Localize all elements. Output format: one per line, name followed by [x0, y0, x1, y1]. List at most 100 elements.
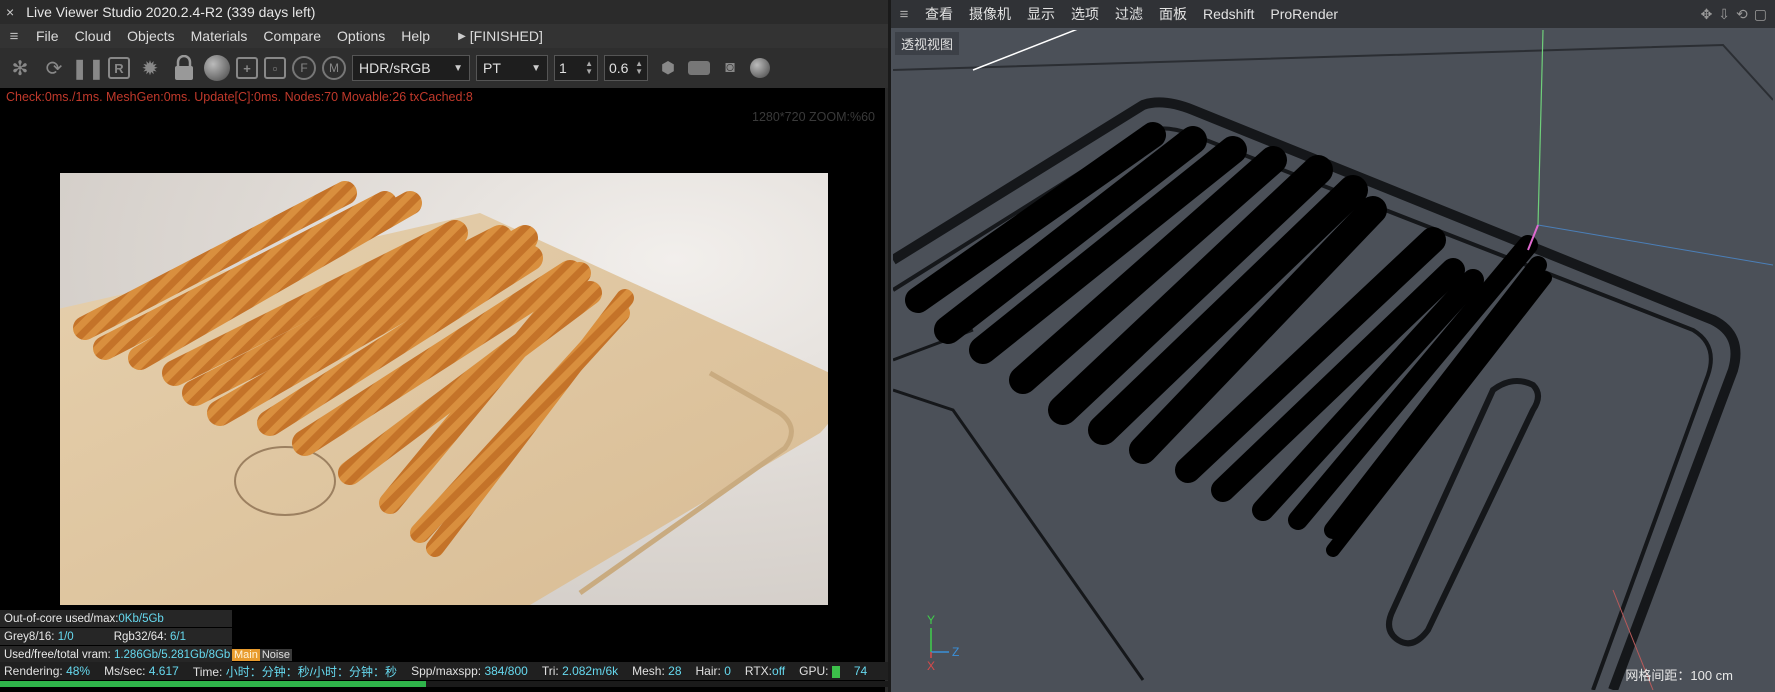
menu-options[interactable]: 选项: [1063, 4, 1107, 24]
rtx-value: off: [772, 664, 786, 678]
close-icon[interactable]: ×: [6, 4, 14, 20]
ms-stat: Ms/sec: 4.617: [104, 664, 179, 678]
rotate-icon[interactable]: ⟲: [1736, 6, 1748, 23]
app-root: × Live Viewer Studio 2020.2.4-R2 (339 da…: [0, 0, 1775, 692]
viewport-label[interactable]: 透视视图: [895, 32, 960, 55]
menu-view[interactable]: 查看: [917, 4, 961, 24]
out-of-core-label: Out-of-core used/max:: [4, 612, 119, 625]
stepper-arrows-icon[interactable]: ▲ ▼: [635, 60, 643, 76]
settings-gear-icon[interactable]: ✹: [136, 54, 164, 82]
menu-objects[interactable]: Objects: [119, 28, 182, 44]
render-progress-bar: [0, 681, 888, 687]
time-stat: Time: 小时：分钟：秒/小时：分钟：秒: [193, 663, 397, 680]
hamburger-menu-icon[interactable]: ≡: [0, 28, 28, 45]
time-value: 小时：分钟：秒/小时：分钟：秒: [225, 664, 398, 679]
kernel-value: PT: [483, 60, 501, 76]
axis-x-label: X: [927, 659, 935, 672]
menu-redshift[interactable]: Redshift: [1195, 6, 1262, 22]
rtx-stat: RTX:off: [745, 664, 785, 678]
chevron-down-icon: ▼: [531, 62, 541, 74]
live-viewer-menubar: ≡ File Cloud Objects Materials Compare O…: [0, 24, 888, 48]
texture-count-row: Grey8/16: 1/0 Rgb32/64: 6/1: [0, 628, 232, 645]
vram-value: 1.286Gb/5.281Gb/8Gb: [113, 648, 231, 661]
grey-label: Grey8/16:: [4, 630, 55, 643]
menu-help[interactable]: Help: [393, 28, 438, 44]
pause-icon[interactable]: ❚❚: [71, 54, 105, 82]
vram-row-wrap: Used/free/total vram: 1.286Gb/5.281Gb/8G…: [0, 646, 292, 663]
color-space-value: HDR/sRGB: [359, 60, 431, 76]
down-arrow-icon[interactable]: ⇩: [1718, 6, 1730, 23]
camera-icon[interactable]: ◙: [716, 54, 744, 82]
render-state: [FINISHED]: [469, 28, 543, 44]
tab-main[interactable]: Main: [232, 648, 260, 661]
value-b-stepper[interactable]: 0.6 ▲ ▼: [604, 55, 648, 81]
menu-cloud[interactable]: Cloud: [67, 28, 120, 44]
rendering-value: 48%: [66, 664, 91, 678]
axis-z-label: Z: [952, 645, 959, 659]
menu-panel[interactable]: 面板: [1151, 4, 1195, 24]
hair-stat: Hair: 0: [696, 664, 731, 678]
axis-y-label: Y: [927, 613, 935, 627]
color-space-select[interactable]: HDR/sRGB ▼: [352, 55, 470, 81]
axis-gizmo: Y Z X: [927, 613, 959, 672]
value-a-stepper[interactable]: 1 ▲ ▼: [554, 55, 598, 81]
mesh-value: 28: [668, 664, 682, 678]
menu-filter[interactable]: 过滤: [1107, 4, 1151, 24]
region-icon[interactable]: R: [108, 57, 130, 79]
tri-label: Tri:: [541, 664, 559, 678]
menu-compare[interactable]: Compare: [255, 28, 329, 44]
c4d-viewport-menubar: ≡ 查看 摄像机 显示 选项 过滤 面板 Redshift ProRender …: [891, 0, 1775, 28]
render-preview-image[interactable]: [60, 173, 828, 605]
rgb-label: Rgb32/64:: [113, 630, 167, 643]
rtx-label: RTX:: [744, 664, 773, 678]
live-viewer-titlebar: × Live Viewer Studio 2020.2.4-R2 (339 da…: [0, 0, 888, 24]
tri-stat: Tri: 2.082m/6k: [542, 664, 618, 678]
focus-f-icon[interactable]: F: [292, 56, 316, 80]
tri-value: 2.082m/6k: [562, 664, 619, 678]
vram-label: Used/free/total vram:: [4, 648, 111, 661]
vram-row: Used/free/total vram: 1.286Gb/5.281Gb/8G…: [0, 646, 232, 663]
render-progress-fill: [0, 681, 427, 687]
time-label: Time:: [192, 664, 223, 679]
window-title: Live Viewer Studio 2020.2.4-R2 (339 days…: [26, 4, 316, 20]
hair-label: Hair:: [695, 664, 721, 678]
refresh-icon[interactable]: ⟳: [40, 54, 68, 82]
resolution-zoom: 1280*720 ZOOM:%60: [752, 110, 875, 124]
menu-prorender[interactable]: ProRender: [1262, 6, 1346, 22]
grey-value: 1/0: [57, 630, 74, 643]
kernel-select[interactable]: PT ▼: [476, 55, 548, 81]
material-m-icon[interactable]: M: [322, 56, 346, 80]
menu-options[interactable]: Options: [329, 28, 393, 44]
mesh-label: Mesh:: [632, 664, 665, 678]
menu-materials[interactable]: Materials: [183, 28, 256, 44]
sphere-icon[interactable]: [750, 58, 770, 78]
add-box-icon[interactable]: +: [236, 57, 258, 79]
menu-file[interactable]: File: [28, 28, 67, 44]
viewport-scene-svg: [893, 30, 1773, 690]
film-icon[interactable]: [688, 61, 710, 75]
menu-display[interactable]: 显示: [1019, 4, 1063, 24]
aperture-icon[interactable]: ✻: [6, 54, 34, 82]
out-of-core-row: Out-of-core used/max: 0Kb/5Gb: [0, 610, 232, 627]
grid-spacing-readout: 网格间距：100 cm: [1625, 668, 1733, 683]
spp-stat: Spp/maxspp: 384/800: [411, 664, 528, 678]
play-arrow-icon[interactable]: ▶: [438, 31, 470, 42]
spp-value: 384/800: [484, 664, 528, 678]
hamburger-menu-icon[interactable]: ≡: [891, 6, 917, 23]
perspective-viewport[interactable]: 透视视图 Y Z X 网格间距：100 cm: [893, 30, 1773, 690]
material-ball-icon[interactable]: [204, 55, 230, 81]
render-preview-svg: [60, 181, 828, 605]
maximize-icon[interactable]: ▢: [1754, 6, 1767, 23]
tab-noise[interactable]: Noise: [259, 648, 292, 661]
menu-camera[interactable]: 摄像机: [961, 4, 1019, 24]
floor-plane-edge: [893, 43, 1773, 101]
rgb-value: 6/1: [169, 630, 186, 643]
hexagon-icon[interactable]: ⬢: [654, 54, 682, 82]
stats-panel: Out-of-core used/max: 0Kb/5Gb Grey8/16: …: [0, 610, 292, 663]
c4d-viewport-panel: ≡ 查看 摄像机 显示 选项 过滤 面板 Redshift ProRender …: [891, 0, 1775, 692]
region-select-icon[interactable]: ▫: [264, 57, 286, 79]
lock-icon[interactable]: [170, 54, 198, 82]
gpu-label: GPU:: [799, 664, 829, 678]
move-view-icon[interactable]: ✥: [1701, 6, 1713, 23]
stepper-arrows-icon[interactable]: ▲ ▼: [585, 60, 593, 76]
